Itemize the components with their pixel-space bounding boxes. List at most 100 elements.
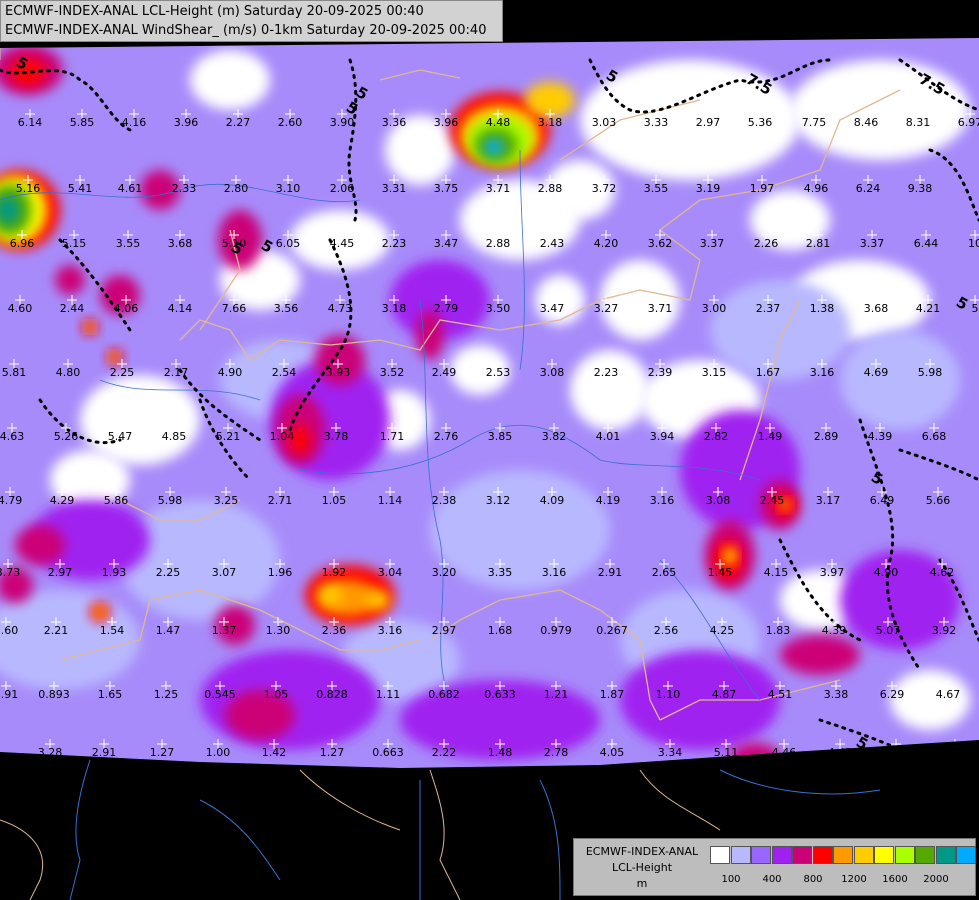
station-value: 2.60 (278, 116, 303, 129)
outside-border (199, 799, 281, 881)
station-value: 2.38 (432, 494, 457, 507)
station-value: 5.98 (918, 366, 943, 379)
station-value: 1.48 (488, 746, 513, 759)
station-value: 2.26 (754, 237, 779, 250)
station-value: 2.89 (814, 430, 839, 443)
legend-unit: m (636, 877, 648, 890)
station-value: 2.22 (432, 746, 457, 759)
station-value: 3.03 (592, 116, 617, 129)
station-value: 5.66 (926, 494, 951, 507)
station-value: 5.07 (876, 624, 901, 637)
station-value: 0.893 (38, 688, 70, 701)
station-value: 3.78 (324, 430, 349, 443)
station-value: 4.87 (712, 688, 737, 701)
station-value: 2.17 (164, 366, 189, 379)
station-value: 1.37 (212, 624, 237, 637)
station-value: 2.25 (110, 366, 135, 379)
station-value: 3.71 (486, 182, 511, 195)
station-value: 3.96 (174, 116, 199, 129)
station-value: 2.25 (156, 566, 181, 579)
field-patch (95, 607, 105, 617)
station-value: 3.20 (432, 566, 457, 579)
station-value: 4.90 (874, 566, 899, 579)
station-value: 2.78 (544, 746, 569, 759)
field-patch (535, 275, 585, 325)
station-value: 2.79 (434, 302, 459, 315)
outside-border (0, 819, 44, 900)
station-value: 3.07 (212, 566, 237, 579)
station-value: 4.20 (594, 237, 619, 250)
station-value: 1.21 (544, 688, 569, 701)
station-value: 1.49 (758, 430, 783, 443)
station-value: 4.85 (162, 430, 187, 443)
station-value: 4.01 (596, 430, 621, 443)
station-value: 4.48 (486, 116, 511, 129)
station-value: 4.46 (772, 746, 797, 759)
station-value: 2.80 (224, 182, 249, 195)
field-patch (600, 260, 680, 340)
station-value: 4.45 (330, 237, 355, 250)
station-value: 3.16 (650, 494, 675, 507)
station-value: 3.55 (644, 182, 669, 195)
station-value: 3.68 (168, 237, 193, 250)
station-value: 3.71 (648, 302, 673, 315)
station-value: 2.09 (884, 746, 909, 759)
station-value: 5.21 (216, 430, 241, 443)
map-title-box: ECMWF-INDEX-ANAL LCL-Height (m) Saturday… (0, 0, 503, 42)
station-value: 5.98 (158, 494, 183, 507)
station-value: 5.86 (104, 494, 129, 507)
field-patch (570, 350, 650, 430)
station-value: 6.24 (856, 182, 881, 195)
outside-border (429, 769, 461, 900)
station-value: 2.37 (756, 302, 781, 315)
station-value: 5.10 (222, 237, 247, 250)
station-value: 6.49 (870, 494, 895, 507)
station-value: 9.38 (908, 182, 933, 195)
field-patch (15, 525, 65, 565)
outside-border (719, 769, 881, 795)
station-value: 3.92 (932, 624, 957, 637)
legend-tick-label: 1600 (882, 874, 908, 885)
station-value: 2.49 (432, 366, 457, 379)
legend-swatch (853, 846, 874, 864)
station-value: 1.92 (322, 566, 347, 579)
station-value: 4.14 (168, 302, 193, 315)
station-value: 0.545 (204, 688, 236, 701)
station-value: 2.23 (594, 366, 619, 379)
station-value: 3.56 (274, 302, 299, 315)
station-value: 3.97 (820, 566, 845, 579)
station-value: 1.05 (322, 494, 347, 507)
station-value: 4.51 (768, 688, 793, 701)
field-patch (840, 330, 960, 430)
station-value: 3.28 (38, 746, 63, 759)
legend-swatch (915, 846, 935, 864)
legend-variable: LCL-Height (611, 861, 673, 874)
station-value: 3.17 (816, 494, 841, 507)
legend-swatch (833, 846, 853, 864)
station-value: 1.65 (98, 688, 123, 701)
station-value: 1.27 (150, 746, 175, 759)
station-value: 8.46 (854, 116, 879, 129)
legend-swatch (874, 846, 894, 864)
station-value: 7.66 (222, 302, 247, 315)
station-value: 4.96 (804, 182, 829, 195)
station-value: 0.828 (316, 688, 348, 701)
station-value: 1.45 (708, 566, 733, 579)
outside-border (539, 779, 561, 900)
station-value: 3.18 (538, 116, 563, 129)
station-value: 3.73 (0, 566, 20, 579)
legend-tick-label: 400 (762, 874, 782, 885)
legend-tick-label: 100 (721, 874, 741, 885)
station-value: 2.88 (538, 182, 563, 195)
field-patch (190, 50, 270, 110)
station-value: 2.21 (44, 624, 69, 637)
station-value: 0.790 (939, 746, 971, 759)
station-value: 3.75 (434, 182, 459, 195)
station-value: 2.82 (704, 430, 729, 443)
station-value: 3.16 (542, 566, 567, 579)
title-line-2: ECMWF-INDEX-ANAL WindShear_ (m/s) 0-1km … (5, 23, 487, 38)
station-value: 6.29 (880, 688, 905, 701)
station-value: 2.65 (652, 566, 677, 579)
station-value: 3.68 (864, 302, 889, 315)
field-patch (55, 265, 85, 295)
